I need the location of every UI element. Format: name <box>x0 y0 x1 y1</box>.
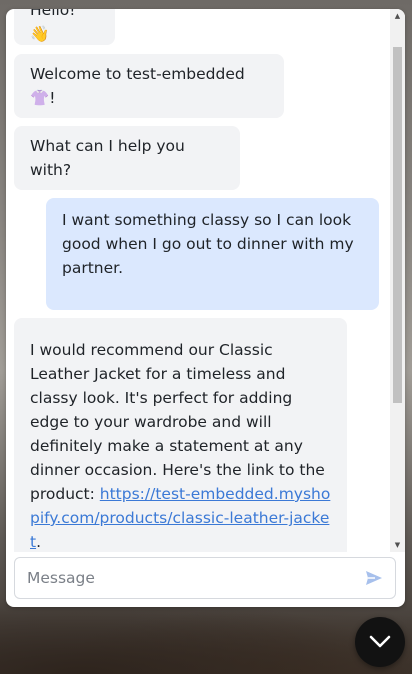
bot-message: Hello! 👋 <box>14 9 115 45</box>
user-message-text: I want something classy so I can look go… <box>62 211 354 277</box>
send-button[interactable] <box>363 568 385 588</box>
bot-message-text: What can I help you with? <box>30 137 185 179</box>
message-composer <box>14 557 396 599</box>
scrollbar-thumb[interactable] <box>393 47 402 403</box>
bot-message: Welcome to test-embedded👚! <box>14 54 284 118</box>
scrollbar[interactable]: ▲ ▼ <box>390 9 405 552</box>
chevron-down-icon <box>369 635 391 648</box>
send-icon <box>366 571 382 585</box>
chat-window: Hello! 👋 Welcome to test-embedded👚! What… <box>6 9 405 607</box>
user-message: I want something classy so I can look go… <box>46 198 379 310</box>
bot-message-text: I would recommend our Classic Leather Ja… <box>30 341 325 503</box>
message-input[interactable] <box>27 558 357 598</box>
bot-message-text: Hello! 👋 <box>30 9 76 43</box>
triangle-down-icon[interactable]: ▼ <box>390 538 405 552</box>
chat-toggle-button[interactable] <box>355 617 405 667</box>
triangle-up-icon[interactable]: ▲ <box>390 9 405 23</box>
message-list[interactable]: Hello! 👋 Welcome to test-embedded👚! What… <box>6 9 390 552</box>
message-punctuation: . <box>36 533 42 551</box>
bot-message: What can I help you with? <box>14 126 240 190</box>
bot-message-text: Welcome to test-embedded👚! <box>30 65 245 107</box>
bot-message: I would recommend our Classic Leather Ja… <box>14 318 347 552</box>
